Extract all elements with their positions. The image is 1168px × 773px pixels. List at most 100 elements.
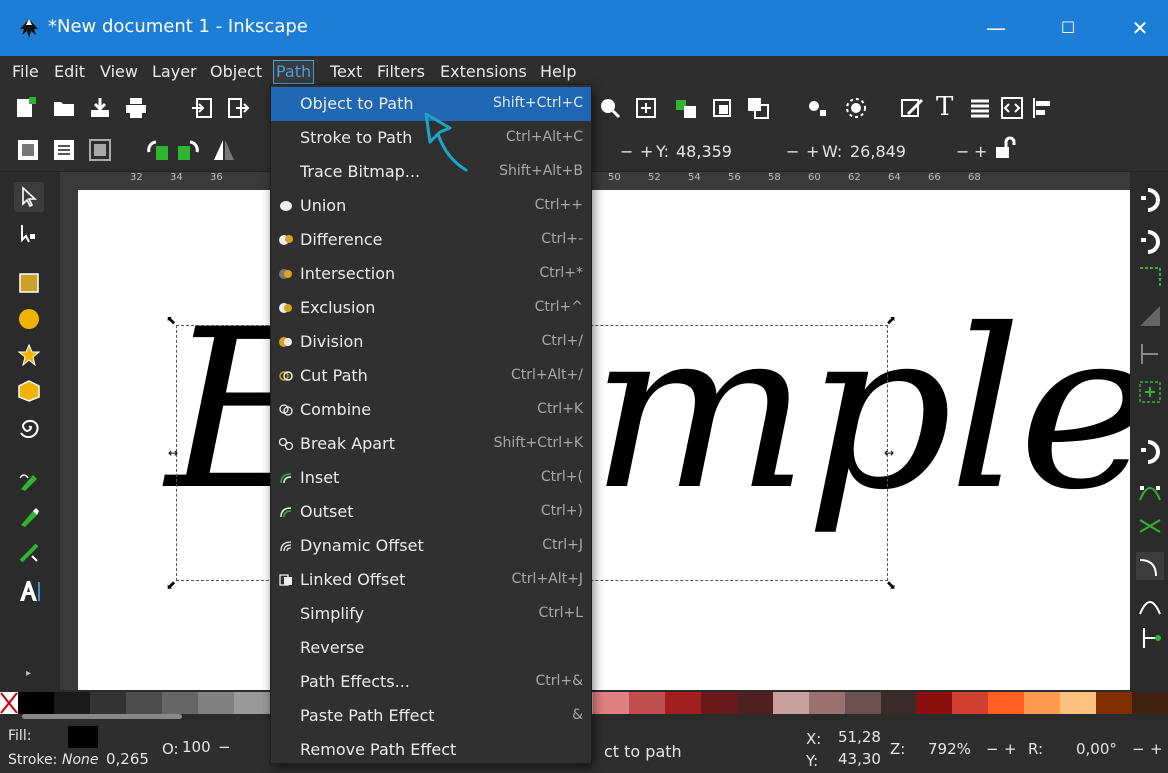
snap-rotation-center-icon[interactable]	[1136, 624, 1164, 652]
scale-handle-ne[interactable]: ⬈	[886, 314, 896, 326]
opacity-minus-button[interactable]: −	[218, 738, 231, 756]
snap-bbox-icon[interactable]	[1136, 228, 1164, 256]
color-swatch[interactable]	[916, 692, 953, 714]
menu-item-union[interactable]: Union Ctrl++	[271, 189, 591, 223]
color-swatch[interactable]	[808, 692, 845, 714]
save-icon[interactable]	[88, 96, 112, 120]
menu-file[interactable]: File	[10, 60, 41, 84]
fill-swatch[interactable]	[68, 726, 98, 748]
calligraphy-tool[interactable]	[14, 538, 44, 568]
drawing-canvas[interactable]: Example ⬉ ⬈ ⬋ ⬊ ↔ ↔	[78, 190, 1130, 690]
menu-item-outset[interactable]: Outset Ctrl+)	[271, 495, 591, 529]
rotate-ccw-icon[interactable]	[146, 138, 170, 162]
pencil-tool[interactable]	[14, 466, 44, 496]
zoom-drawing-icon[interactable]	[634, 96, 658, 120]
menu-item-path-effects[interactable]: Path Effects... Ctrl+&	[271, 665, 591, 699]
text-tool[interactable]	[14, 576, 44, 606]
zoom-input[interactable]: 792%	[928, 740, 971, 758]
menu-item-division[interactable]: Division Ctrl+/	[271, 325, 591, 359]
menu-extensions[interactable]: Extensions	[438, 60, 529, 84]
color-swatch[interactable]	[161, 692, 198, 714]
color-swatch[interactable]	[1024, 692, 1061, 714]
clone-icon[interactable]	[746, 96, 770, 120]
color-swatch[interactable]	[1096, 692, 1133, 714]
color-swatch[interactable]	[628, 692, 665, 714]
h-plus-button[interactable]: +	[974, 142, 987, 161]
scale-handle-nw[interactable]: ⬉	[166, 314, 176, 326]
color-swatch[interactable]	[53, 692, 90, 714]
opacity-input[interactable]: 100	[182, 738, 211, 756]
select-all-icon[interactable]	[16, 138, 40, 162]
object-properties-icon[interactable]	[844, 96, 868, 120]
star-tool[interactable]	[14, 340, 44, 370]
deselect-icon[interactable]	[88, 138, 112, 162]
menu-edit[interactable]: Edit	[52, 60, 87, 84]
menu-item-dynamic-offset[interactable]: Dynamic Offset Ctrl+J	[271, 529, 591, 563]
color-swatch[interactable]	[844, 692, 881, 714]
rotation-input[interactable]: 0,00°	[1076, 740, 1117, 758]
fill-stroke-icon[interactable]	[900, 96, 924, 120]
menu-item-reverse[interactable]: Reverse	[271, 631, 591, 665]
text-font-icon[interactable]: T	[936, 92, 960, 122]
menu-item-combine[interactable]: Combine Ctrl+K	[271, 393, 591, 427]
color-swatch[interactable]	[664, 692, 701, 714]
flip-horizontal-icon[interactable]	[212, 138, 236, 162]
zoom-plus-button[interactable]: +	[1004, 740, 1017, 758]
color-swatch[interactable]	[18, 692, 54, 714]
3d-box-tool[interactable]	[14, 376, 44, 406]
y-input[interactable]: 48,359	[676, 142, 732, 161]
menu-filters[interactable]: Filters	[375, 60, 427, 84]
import-icon[interactable]	[190, 96, 214, 120]
print-icon[interactable]	[124, 96, 148, 120]
close-button[interactable]: ✕	[1122, 12, 1158, 44]
snap-intersection-icon[interactable]	[1136, 512, 1164, 540]
menu-item-exclusion[interactable]: Exclusion Ctrl+^	[271, 291, 591, 325]
menu-item-paste-path-effect[interactable]: Paste Path Effect &	[271, 699, 591, 733]
menu-item-break-apart[interactable]: Break Apart Shift+Ctrl+K	[271, 427, 591, 461]
menu-help[interactable]: Help	[538, 60, 578, 84]
menu-object[interactable]: Object	[208, 60, 264, 84]
new-document-icon[interactable]	[14, 96, 38, 120]
snap-smooth-nodes-icon[interactable]	[1136, 552, 1164, 580]
horizontal-scrollbar[interactable]	[22, 714, 182, 719]
snap-path-icon[interactable]	[1136, 476, 1164, 504]
snap-center-icon[interactable]	[1136, 378, 1164, 406]
align-text-icon[interactable]	[968, 96, 992, 120]
xml-editor-icon[interactable]	[1000, 96, 1024, 120]
menu-item-intersection[interactable]: Intersection Ctrl+*	[271, 257, 591, 291]
menu-view[interactable]: View	[98, 60, 140, 84]
color-swatch[interactable]	[952, 692, 989, 714]
color-swatch[interactable]	[1132, 692, 1168, 714]
toolbox-more-icon[interactable]: ▸	[26, 668, 31, 679]
unlock-icon[interactable]	[992, 136, 1016, 160]
snap-cusp-nodes-icon[interactable]	[1136, 590, 1164, 618]
y-minus-button[interactable]: −	[620, 142, 633, 161]
maximize-button[interactable]: ☐	[1050, 12, 1086, 44]
rotation-minus-button[interactable]: −	[1132, 740, 1145, 758]
color-swatch[interactable]	[593, 692, 629, 714]
group-icon[interactable]	[674, 96, 698, 120]
color-swatch[interactable]	[1060, 692, 1097, 714]
menu-item-cut-path[interactable]: Cut Path Ctrl+Alt+/	[271, 359, 591, 393]
spiral-tool[interactable]	[14, 412, 44, 442]
snap-nodes-icon[interactable]	[1136, 438, 1164, 466]
snap-toggle-icon[interactable]	[1136, 186, 1164, 214]
scale-handle-e[interactable]: ↔	[884, 447, 894, 459]
menu-item-difference[interactable]: Difference Ctrl+-	[271, 223, 591, 257]
color-swatch[interactable]	[125, 692, 162, 714]
align-distribute-icon[interactable]	[1030, 96, 1054, 120]
no-paint-swatch[interactable]	[0, 692, 18, 714]
open-folder-icon[interactable]	[52, 96, 76, 120]
rotation-plus-button[interactable]: +	[1150, 740, 1163, 758]
color-swatch[interactable]	[89, 692, 126, 714]
color-swatch[interactable]	[197, 692, 234, 714]
pen-tool[interactable]	[14, 502, 44, 532]
zoom-page-icon[interactable]	[598, 96, 622, 120]
color-swatch[interactable]	[700, 692, 737, 714]
snap-bbox-corner-icon[interactable]	[1136, 302, 1164, 330]
scale-handle-sw[interactable]: ⬋	[166, 579, 176, 591]
scale-handle-se[interactable]: ⬊	[886, 579, 896, 591]
color-swatch[interactable]	[988, 692, 1025, 714]
minimize-button[interactable]: —	[978, 12, 1014, 44]
select-all-layers-icon[interactable]	[52, 138, 76, 162]
